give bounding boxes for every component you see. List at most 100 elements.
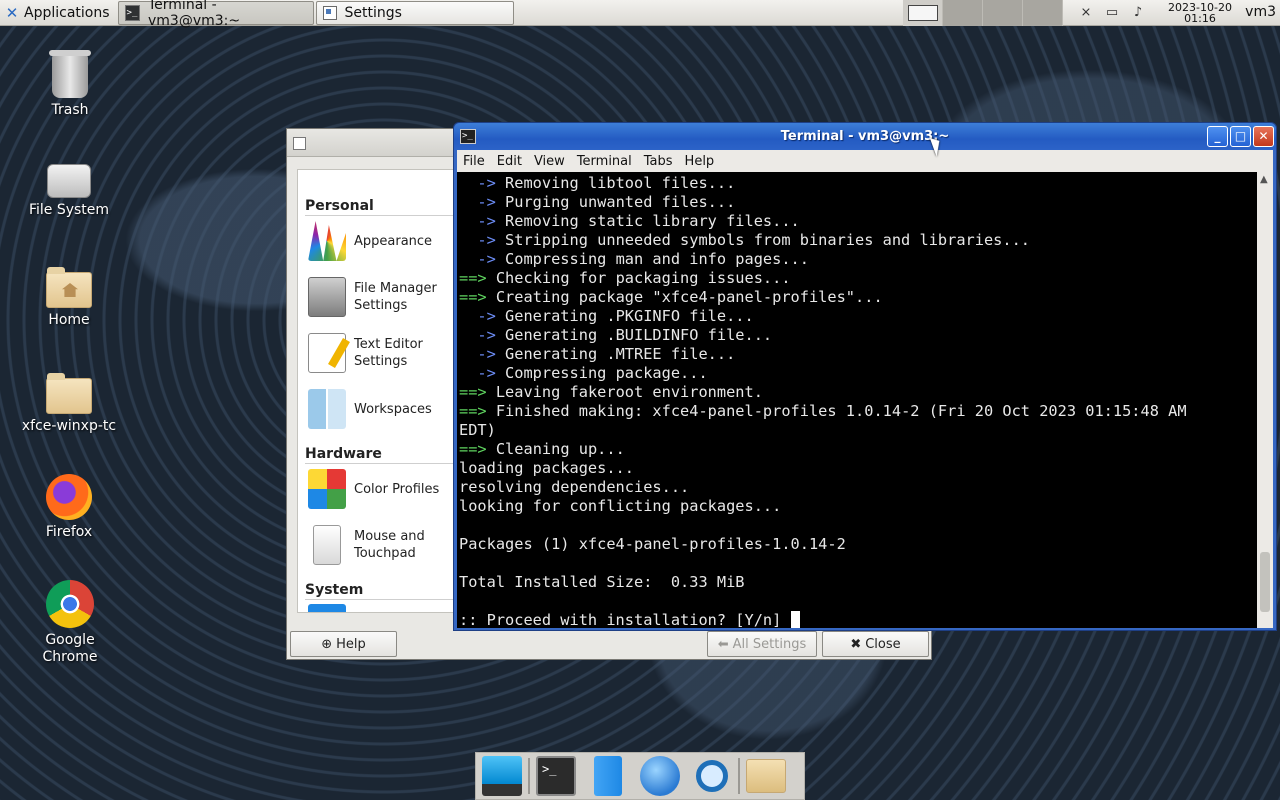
menu-tabs[interactable]: Tabs [638, 154, 679, 169]
close-label: Close [865, 636, 901, 652]
desktop-icon-trash[interactable]: Trash [15, 50, 125, 119]
show-desktop-icon[interactable] [482, 756, 522, 796]
terminal-main-arrow: ==> [459, 440, 487, 458]
terminal-line: ==> Creating package "xfce4-panel-profil… [459, 288, 1257, 307]
terminal-line: -> Removing static library files... [459, 212, 1257, 231]
menu-terminal[interactable]: Terminal [571, 154, 638, 169]
terminal-icon[interactable]: >_ [536, 756, 576, 796]
terminal-main-arrow: ==> [459, 288, 487, 306]
battery-icon[interactable]: ▭ [1104, 6, 1120, 20]
terminal-main-arrow: ==> [459, 269, 487, 287]
workspace-1[interactable] [903, 0, 943, 26]
scroll-up-arrow-icon[interactable]: ▲ [1260, 174, 1268, 185]
terminal-line-text: Removing libtool files... [495, 174, 736, 192]
desktop-icon-xfce-winxp-tc[interactable]: xfce-winxp-tc [14, 373, 124, 435]
minimize-button[interactable]: _ [1207, 126, 1228, 147]
search-icon[interactable] [696, 760, 728, 792]
terminal-sub-arrow: -> [459, 212, 496, 230]
terminal-main-arrow: ==> [459, 383, 487, 401]
terminal-line: ==> Finished making: xfce4-panel-profile… [459, 402, 1257, 421]
terminal-line: looking for conflicting packages... [459, 497, 1257, 516]
applications-menu-button[interactable]: ✕ Applications [0, 0, 116, 26]
maximize-button[interactable]: □ [1230, 126, 1251, 147]
window-close-button[interactable]: ✕ [1253, 126, 1274, 147]
workspace-3[interactable] [983, 0, 1023, 26]
settings-item-workspaces[interactable]: Workspaces [308, 387, 456, 431]
settings-item-color-profiles[interactable]: Color Profiles [308, 467, 456, 511]
settings-item-file-manager[interactable]: File Manager Settings [308, 275, 456, 319]
terminal-line-text: resolving dependencies... [459, 478, 690, 496]
workspace-4[interactable] [1023, 0, 1063, 26]
clock[interactable]: 2023-10-20 01:16 [1162, 2, 1238, 24]
appearance-icon [308, 221, 346, 261]
section-system: System [305, 582, 364, 598]
all-settings-label: All Settings [732, 636, 807, 652]
terminal-main-arrow: ==> [459, 402, 487, 420]
terminal-sub-arrow: -> [459, 364, 496, 382]
desktop-icon-label: Google Chrome [42, 632, 98, 665]
terminal-titlebar[interactable]: >_ Terminal - vm3@vm3:~ _ □ ✕ [454, 123, 1276, 150]
color-profiles-icon [308, 469, 346, 509]
terminal-line-text: Checking for packaging issues... [486, 269, 791, 287]
menu-edit[interactable]: Edit [491, 154, 528, 169]
menu-view[interactable]: View [528, 154, 571, 169]
terminal-output[interactable]: -> Removing libtool files... -> Purging … [457, 172, 1257, 628]
back-arrow-icon: ⬅ [717, 636, 729, 652]
terminal-line: -> Generating .MTREE file... [459, 345, 1257, 364]
close-button[interactable]: ✖ Close [822, 631, 929, 657]
terminal-line-text: Generating .PKGINFO file... [495, 307, 754, 325]
terminal-cursor [790, 611, 800, 628]
system-item-icon[interactable] [308, 604, 346, 612]
terminal-prompt: :: Proceed with installation? [Y/n] [459, 611, 791, 628]
desktop-icon-google-chrome[interactable]: Google Chrome [14, 580, 126, 666]
menu-file[interactable]: File [457, 154, 491, 169]
top-panel: ✕ Applications >_ Terminal - vm3@vm3:~ S… [0, 0, 1280, 29]
menu-help[interactable]: Help [679, 154, 721, 169]
applications-label: Applications [24, 4, 110, 21]
scrollbar-thumb[interactable] [1260, 552, 1270, 612]
web-browser-icon[interactable] [640, 756, 680, 796]
settings-category-list: Personal Appearance File Manager Setting… [297, 169, 457, 613]
terminal-sub-arrow: -> [459, 326, 496, 344]
bottom-dock: >_ [475, 752, 805, 800]
settings-item-label: File Manager Settings [354, 281, 437, 313]
workspace-window-thumb [907, 5, 938, 21]
taskbar-item-label: Terminal - vm3@vm3:~ [148, 0, 241, 29]
terminal-line: -> Stripping unneeded symbols from binar… [459, 231, 1257, 250]
trash-icon [49, 50, 91, 98]
terminal-line: EDT) [459, 421, 1257, 440]
settings-item-label: Mouse and Touchpad [354, 529, 425, 561]
terminal-menubar: File Edit View Terminal Tabs Help [457, 150, 1273, 172]
terminal-line: Packages (1) xfce4-panel-profiles-1.0.14… [459, 535, 1257, 554]
desktop-icon-home[interactable]: Home [14, 267, 124, 329]
desktop-icon-label: Trash [51, 102, 89, 118]
terminal-line: -> Removing libtool files... [459, 174, 1257, 193]
settings-item-mouse-touchpad[interactable]: Mouse and Touchpad [308, 523, 456, 567]
all-settings-button[interactable]: ⬅ All Settings [707, 631, 817, 657]
terminal-line: Total Installed Size: 0.33 MiB [459, 573, 1257, 592]
user-menu[interactable]: vm3 [1245, 4, 1276, 20]
settings-icon [322, 5, 337, 20]
terminal-line-text: Finished making: xfce4-panel-profiles 1.… [486, 402, 1187, 420]
network-disabled-icon[interactable]: ⨯ [1078, 6, 1094, 20]
desktop-icon-file-system[interactable]: File System [14, 158, 124, 219]
terminal-line-text: Compressing man and info pages... [495, 250, 809, 268]
help-button[interactable]: ⊕ Help [290, 631, 397, 657]
workspace-switcher [903, 0, 1063, 26]
desktop-icon-firefox[interactable]: Firefox [14, 474, 124, 541]
file-manager-icon[interactable] [594, 756, 622, 796]
terminal-line-text: Generating .BUILDINFO file... [495, 326, 773, 344]
folder-icon[interactable] [746, 759, 786, 793]
workspace-2[interactable] [943, 0, 983, 26]
terminal-prompt-line[interactable]: :: Proceed with installation? [Y/n] [459, 611, 1257, 628]
terminal-scrollbar[interactable]: ▲ [1257, 172, 1273, 628]
chrome-icon [46, 580, 94, 628]
notification-icon[interactable]: ♪ [1130, 6, 1146, 20]
settings-item-appearance[interactable]: Appearance [308, 219, 456, 263]
taskbar-item-settings[interactable]: Settings [315, 0, 514, 25]
terminal-line: loading packages... [459, 459, 1257, 478]
taskbar-item-terminal[interactable]: >_ Terminal - vm3@vm3:~ [117, 0, 314, 29]
dock-separator [528, 758, 530, 794]
settings-item-text-editor[interactable]: Text Editor Settings [308, 331, 456, 375]
